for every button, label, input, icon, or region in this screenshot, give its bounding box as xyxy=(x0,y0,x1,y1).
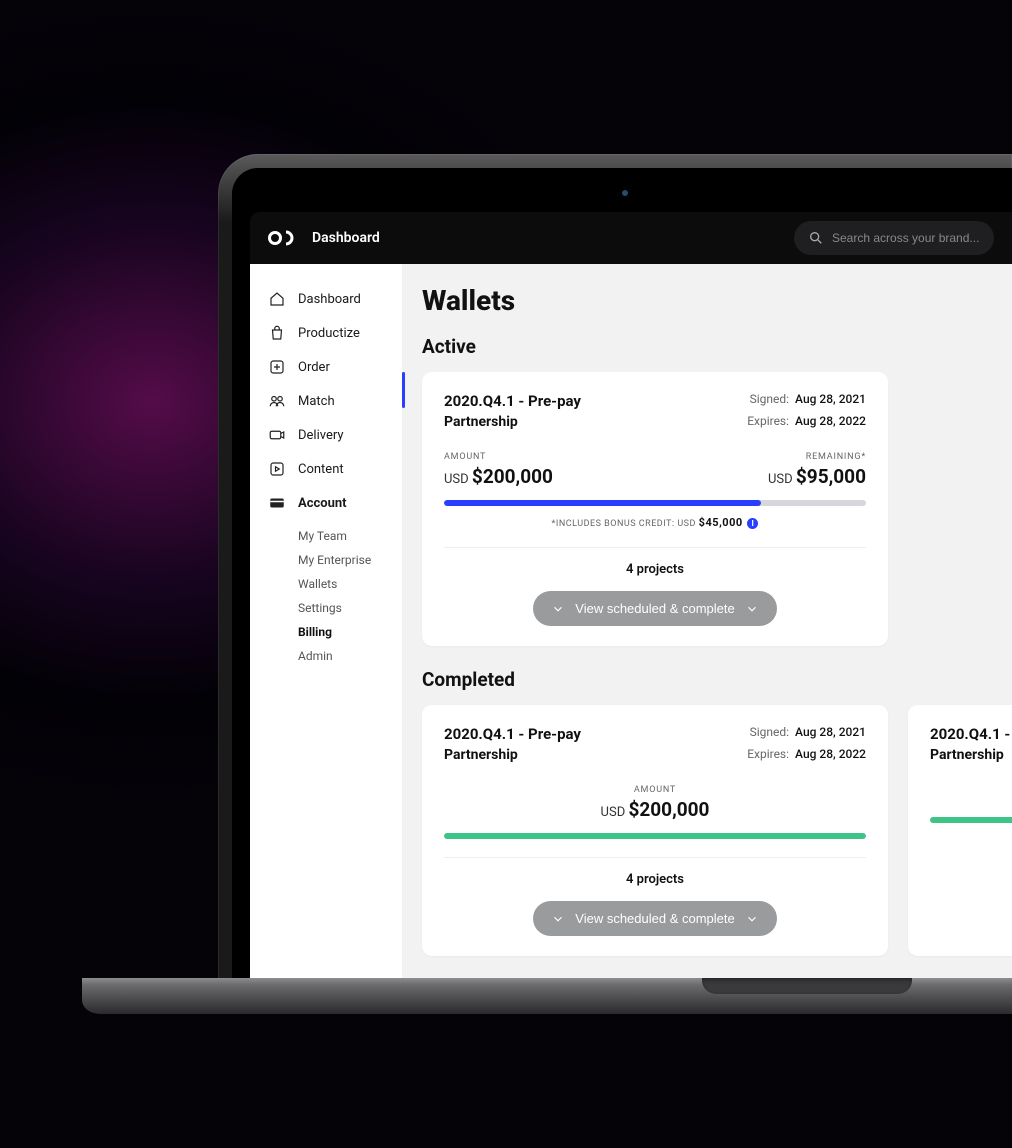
sidebar-item-label: Order xyxy=(298,360,330,375)
projects-count: 4 projects xyxy=(444,562,866,577)
brand-logo-icon xyxy=(268,228,296,248)
sidebar-item-label: Dashboard xyxy=(298,292,361,307)
progress-fill xyxy=(444,833,866,839)
signed-label: Signed: xyxy=(750,725,789,743)
wallet-subtitle: Partnership xyxy=(444,414,518,430)
wallet-title: 2020.Q4.1 - Pre xyxy=(930,725,1012,743)
amount-label: AMOUNT xyxy=(444,785,866,795)
chevron-down-icon xyxy=(551,602,565,616)
brand-title: Dashboard xyxy=(312,230,380,246)
sub-item-wallets[interactable]: Wallets xyxy=(298,572,402,596)
expires-label: Expires: xyxy=(747,414,789,430)
camera-icon xyxy=(268,426,286,444)
sidebar-item-label: Match xyxy=(298,394,335,409)
sub-item-my-enterprise[interactable]: My Enterprise xyxy=(298,548,402,572)
expires-date: Aug 28, 2022 xyxy=(795,747,866,763)
expand-label: View scheduled & complete xyxy=(575,911,734,926)
view-scheduled-button[interactable]: View scheduled & complete xyxy=(533,901,776,936)
sidebar-item-label: Account xyxy=(298,496,347,511)
home-icon xyxy=(268,290,286,308)
signed-label: Signed: xyxy=(750,392,789,410)
wallet-title: 2020.Q4.1 - Pre-pay xyxy=(444,392,581,410)
amount-value: $200,000 xyxy=(628,798,709,821)
divider xyxy=(444,857,866,858)
expires-date: Aug 28, 2022 xyxy=(795,414,866,430)
amount-label: AMOUNT xyxy=(444,452,553,462)
sub-item-billing[interactable]: Billing xyxy=(298,620,402,644)
users-icon xyxy=(268,392,286,410)
sidebar-item-delivery[interactable]: Delivery xyxy=(250,418,402,452)
sidebar-item-content[interactable]: Content xyxy=(250,452,402,486)
completed-wallet-card: 2020.Q4.1 - Pre Partnership xyxy=(908,705,1012,956)
chevron-down-icon xyxy=(551,912,565,926)
section-active-title: Active xyxy=(422,335,1012,358)
sub-item-admin[interactable]: Admin xyxy=(298,644,402,668)
remaining-label: REMAINING* xyxy=(768,452,866,462)
sidebar-item-label: Productize xyxy=(298,326,360,341)
laptop-frame: Dashboard Dashboard xyxy=(218,154,1012,1008)
sidebar-item-account[interactable]: Account xyxy=(250,486,402,520)
amount-currency: USD xyxy=(601,805,626,820)
wallet-subtitle: Partnership xyxy=(444,747,518,763)
search-icon xyxy=(808,230,824,246)
search-input[interactable] xyxy=(832,231,980,245)
signed-date: Aug 28, 2021 xyxy=(795,392,866,410)
sidebar-item-match[interactable]: Match xyxy=(250,384,402,418)
sidebar: Dashboard Productize Order Match xyxy=(250,264,402,1008)
chevron-down-icon xyxy=(745,602,759,616)
main-content: Wallets Active 2020.Q4.1 - Pre-pay Signe… xyxy=(402,264,1012,1008)
info-icon[interactable]: i xyxy=(747,518,758,529)
card-icon xyxy=(268,494,286,512)
sidebar-item-order[interactable]: Order xyxy=(250,350,402,384)
sub-item-settings[interactable]: Settings xyxy=(298,596,402,620)
completed-wallet-card: 2020.Q4.1 - Pre-pay Signed: Aug 28, 2021… xyxy=(422,705,888,956)
progress-fill xyxy=(930,817,1012,823)
progress-bar xyxy=(930,817,1012,823)
bag-icon xyxy=(268,324,286,342)
chevron-down-icon xyxy=(745,912,759,926)
progress-bar xyxy=(444,500,866,506)
plus-box-icon xyxy=(268,358,286,376)
progress-fill xyxy=(444,500,761,506)
view-scheduled-button[interactable]: View scheduled & complete xyxy=(533,591,776,626)
laptop-base xyxy=(82,978,1012,1014)
active-wallet-card: 2020.Q4.1 - Pre-pay Signed: Aug 28, 2021… xyxy=(422,372,888,646)
topbar: Dashboard xyxy=(250,212,1012,264)
sidebar-item-label: Delivery xyxy=(298,428,344,443)
wallet-subtitle: Partnership xyxy=(930,747,1004,763)
search-box[interactable] xyxy=(794,221,994,255)
remaining-value: $95,000 xyxy=(796,465,866,488)
progress-bar xyxy=(444,833,866,839)
play-box-icon xyxy=(268,460,286,478)
app-screen: Dashboard Dashboard xyxy=(250,212,1012,1008)
remaining-currency: USD xyxy=(768,472,793,487)
sub-item-my-team[interactable]: My Team xyxy=(298,524,402,548)
projects-count: 4 projects xyxy=(444,872,866,887)
divider xyxy=(444,547,866,548)
page-title: Wallets xyxy=(422,284,1012,317)
sidebar-item-dashboard[interactable]: Dashboard xyxy=(250,282,402,316)
section-completed-title: Completed xyxy=(422,668,1012,691)
sidebar-item-label: Content xyxy=(298,462,344,477)
amount-value: $200,000 xyxy=(472,465,553,488)
laptop-notch xyxy=(702,978,912,994)
expires-label: Expires: xyxy=(747,747,789,763)
sidebar-item-productize[interactable]: Productize xyxy=(250,316,402,350)
bonus-note: *INCLUDES BONUS CREDIT: USD $45,000 i xyxy=(444,516,866,529)
expand-label: View scheduled & complete xyxy=(575,601,734,616)
amount-currency: USD xyxy=(444,472,469,487)
wallet-title: 2020.Q4.1 - Pre-pay xyxy=(444,725,581,743)
signed-date: Aug 28, 2021 xyxy=(795,725,866,743)
bonus-amount: $45,000 xyxy=(699,516,743,529)
camera-dot xyxy=(622,190,628,196)
